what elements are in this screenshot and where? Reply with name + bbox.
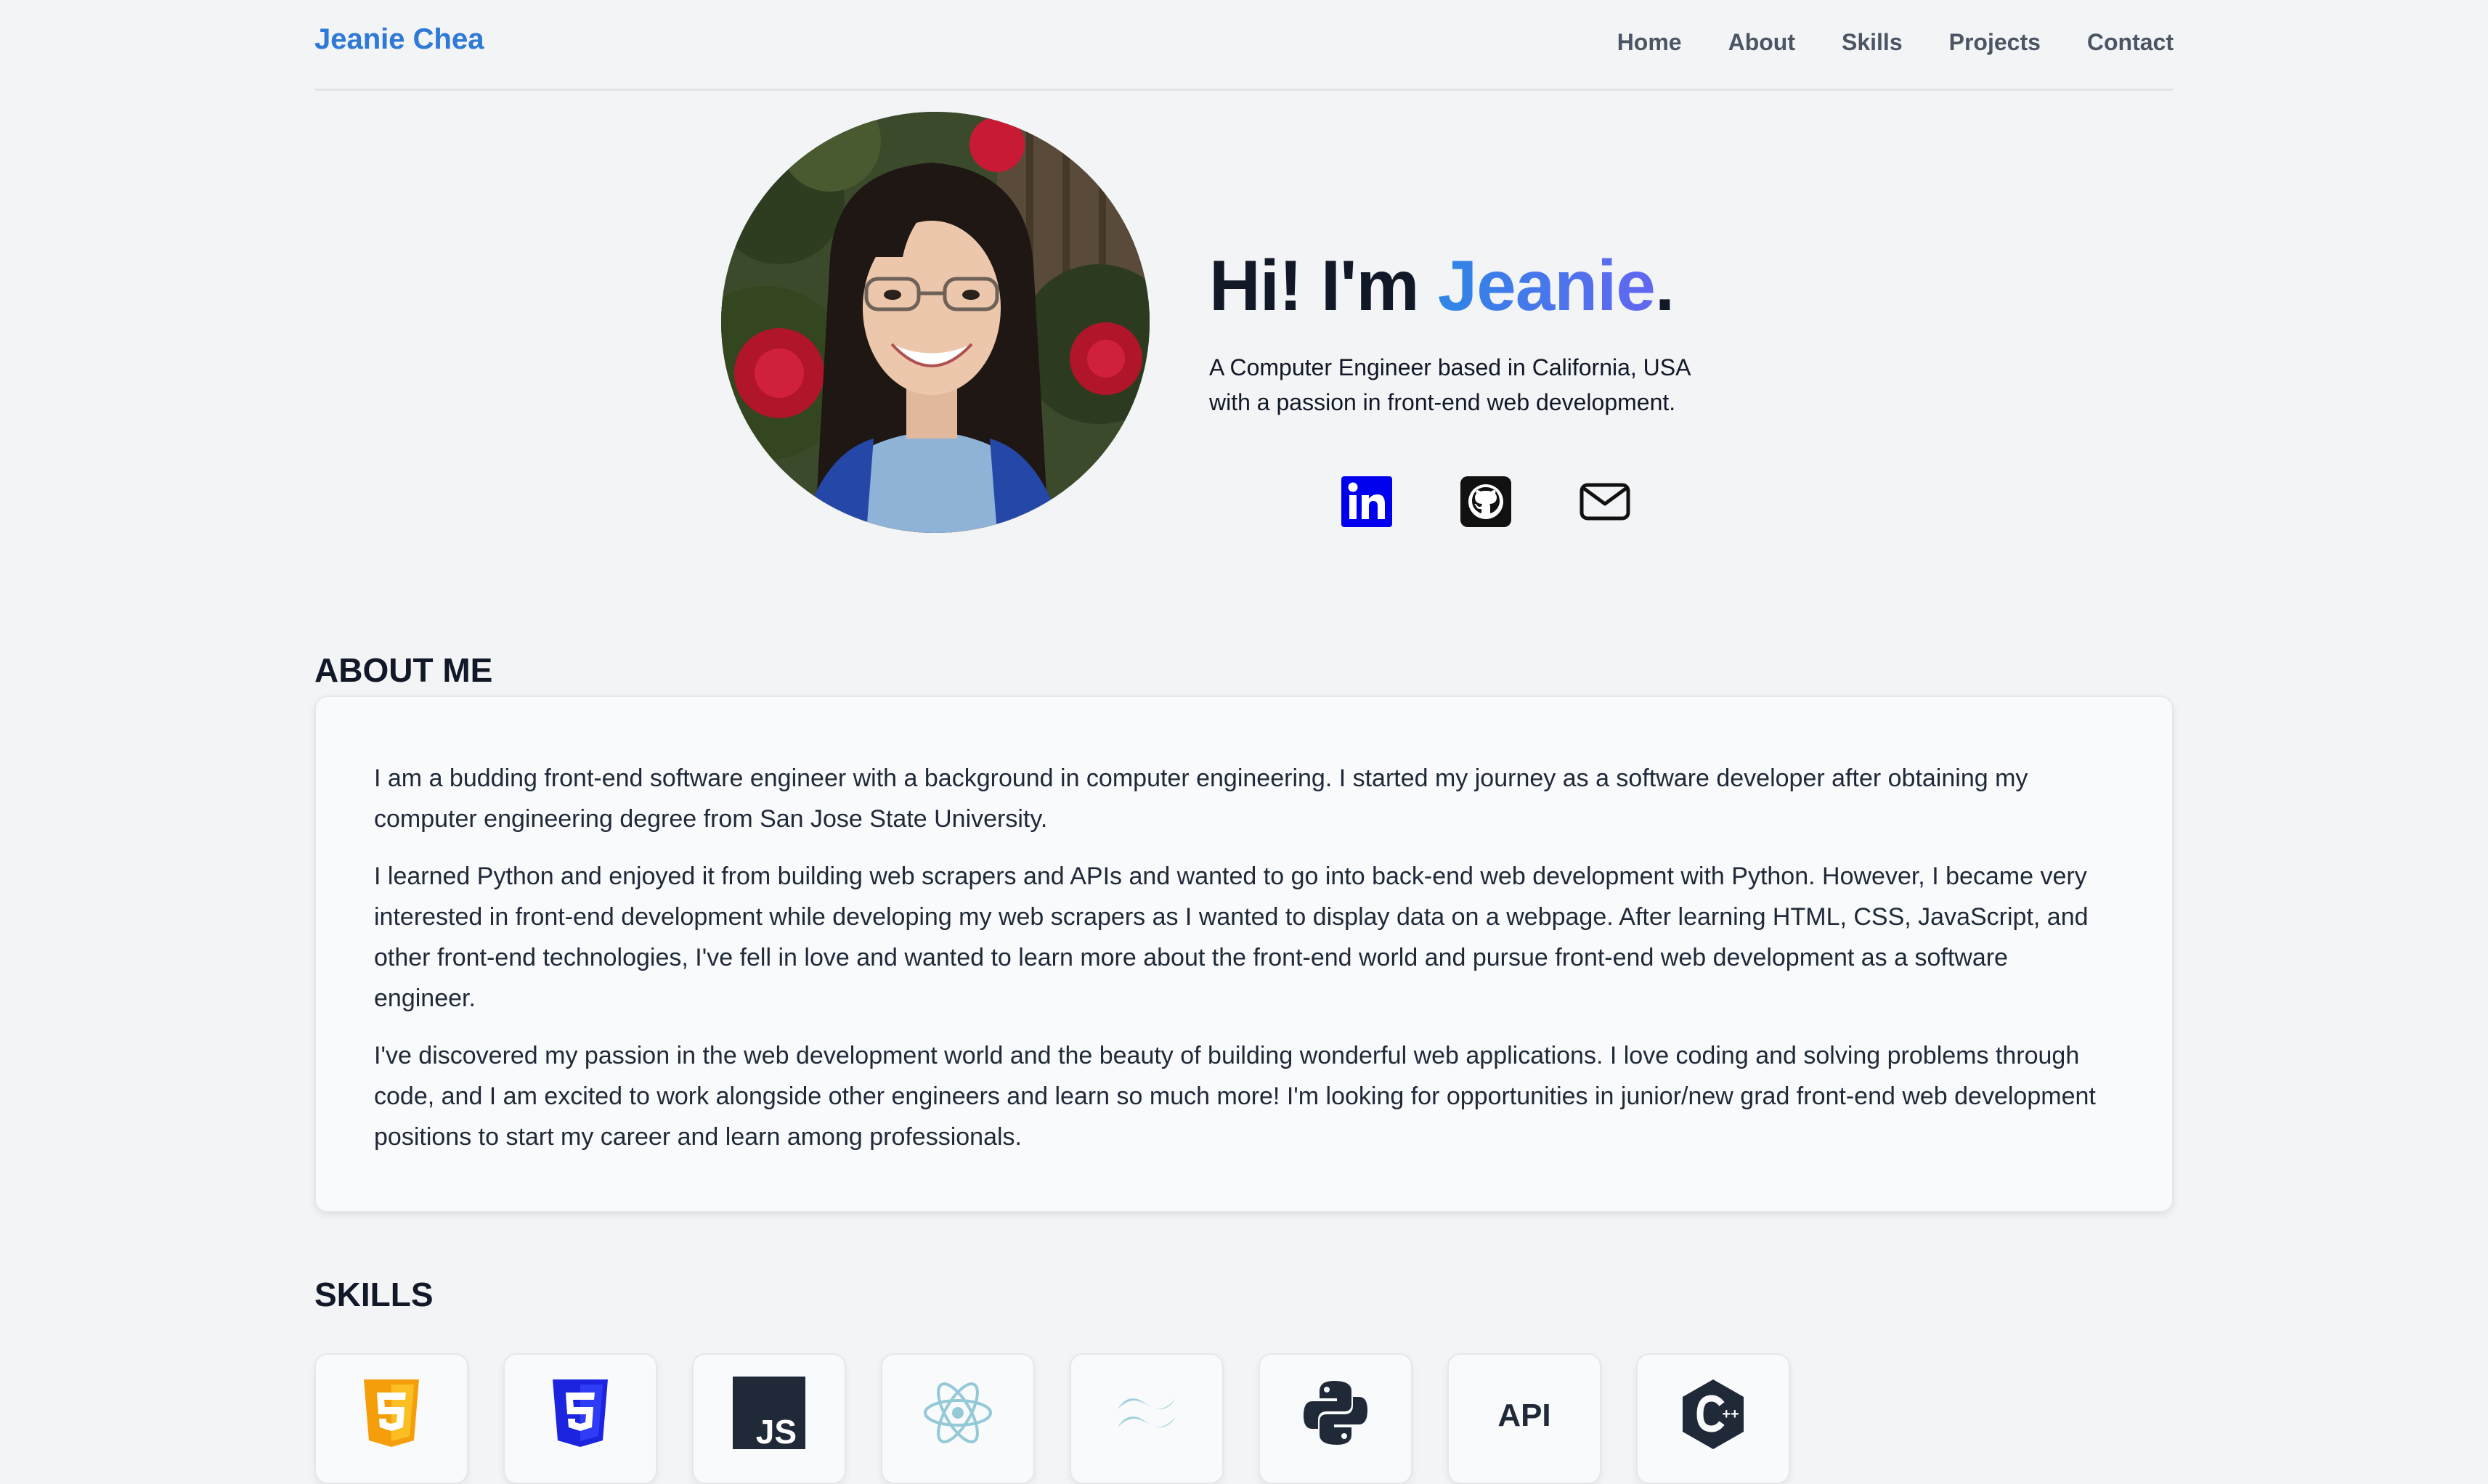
python-icon	[1304, 1381, 1367, 1445]
top-nav: Jeanie Chea Home About Skills Projects C…	[314, 0, 2174, 91]
hero-subtitle-line2: with a passion in front-end web developm…	[1209, 389, 1676, 415]
hero-name: Jeanie	[1437, 245, 1656, 325]
linkedin-icon[interactable]	[1340, 475, 1394, 529]
nav-link-about[interactable]: About	[1728, 29, 1795, 56]
social-links	[1340, 475, 1632, 529]
nav-links: Home About Skills Projects Contact	[1617, 29, 2174, 56]
hero-subtitle-line1: A Computer Engineer based in California,…	[1209, 354, 1691, 380]
react-icon	[924, 1382, 992, 1443]
hero-section: Hi! I'm Jeanie. A Computer Engineer base…	[314, 112, 2174, 533]
brand-logo-link[interactable]: Jeanie Chea	[314, 23, 484, 56]
api-icon: API	[1497, 1398, 1550, 1433]
about-title: ABOUT ME	[314, 651, 493, 689]
skill-card-api: API	[1447, 1353, 1601, 1484]
cplusplus-icon: ++	[1683, 1379, 1744, 1449]
tailwind-icon	[1118, 1398, 1176, 1427]
hero-greeting: Hi! I'm	[1209, 245, 1438, 325]
mail-icon[interactable]	[1578, 475, 1632, 529]
about-paragraph: I learned Python and enjoyed it from bui…	[374, 863, 2089, 1012]
skill-card-cplusplus: ++	[1636, 1353, 1790, 1484]
nav-link-home[interactable]: Home	[1617, 29, 1682, 56]
about-paragraph: I am a budding front-end software engine…	[374, 765, 2028, 833]
skill-card-css	[503, 1353, 657, 1484]
skills-list: JS API ++	[314, 1353, 1790, 1484]
page-container: Jeanie Chea Home About Skills Projects C…	[314, 0, 2174, 1484]
about-paragraph: I've discovered my passion in the web de…	[374, 1042, 2096, 1151]
hero-punct: .	[1654, 245, 1675, 325]
github-icon[interactable]	[1459, 475, 1513, 529]
css3-icon	[553, 1379, 608, 1447]
profile-photo	[721, 112, 1150, 533]
skills-title: SKILLS	[314, 1276, 434, 1313]
nav-link-contact[interactable]: Contact	[2087, 29, 2174, 56]
about-card: I am a budding front-end software engine…	[314, 696, 2174, 1212]
svg-text:++: ++	[1722, 1406, 1739, 1422]
js-label: JS	[756, 1413, 797, 1449]
hero-subtitle: A Computer Engineer based in California,…	[1209, 350, 1761, 420]
skill-card-html	[314, 1353, 468, 1484]
html5-icon	[364, 1379, 419, 1447]
javascript-icon: JS	[733, 1377, 805, 1449]
nav-link-projects[interactable]: Projects	[1949, 29, 2041, 56]
skill-card-javascript: JS	[692, 1353, 846, 1484]
nav-link-skills[interactable]: Skills	[1842, 29, 1903, 56]
hero-text: Hi! I'm Jeanie. A Computer Engineer base…	[1209, 250, 1761, 420]
skill-card-python	[1259, 1353, 1412, 1484]
api-label: API	[1497, 1398, 1550, 1433]
skill-card-react	[881, 1353, 1035, 1484]
hero-heading: Hi! I'm Jeanie.	[1209, 250, 1761, 321]
skill-card-tailwind	[1070, 1353, 1224, 1484]
